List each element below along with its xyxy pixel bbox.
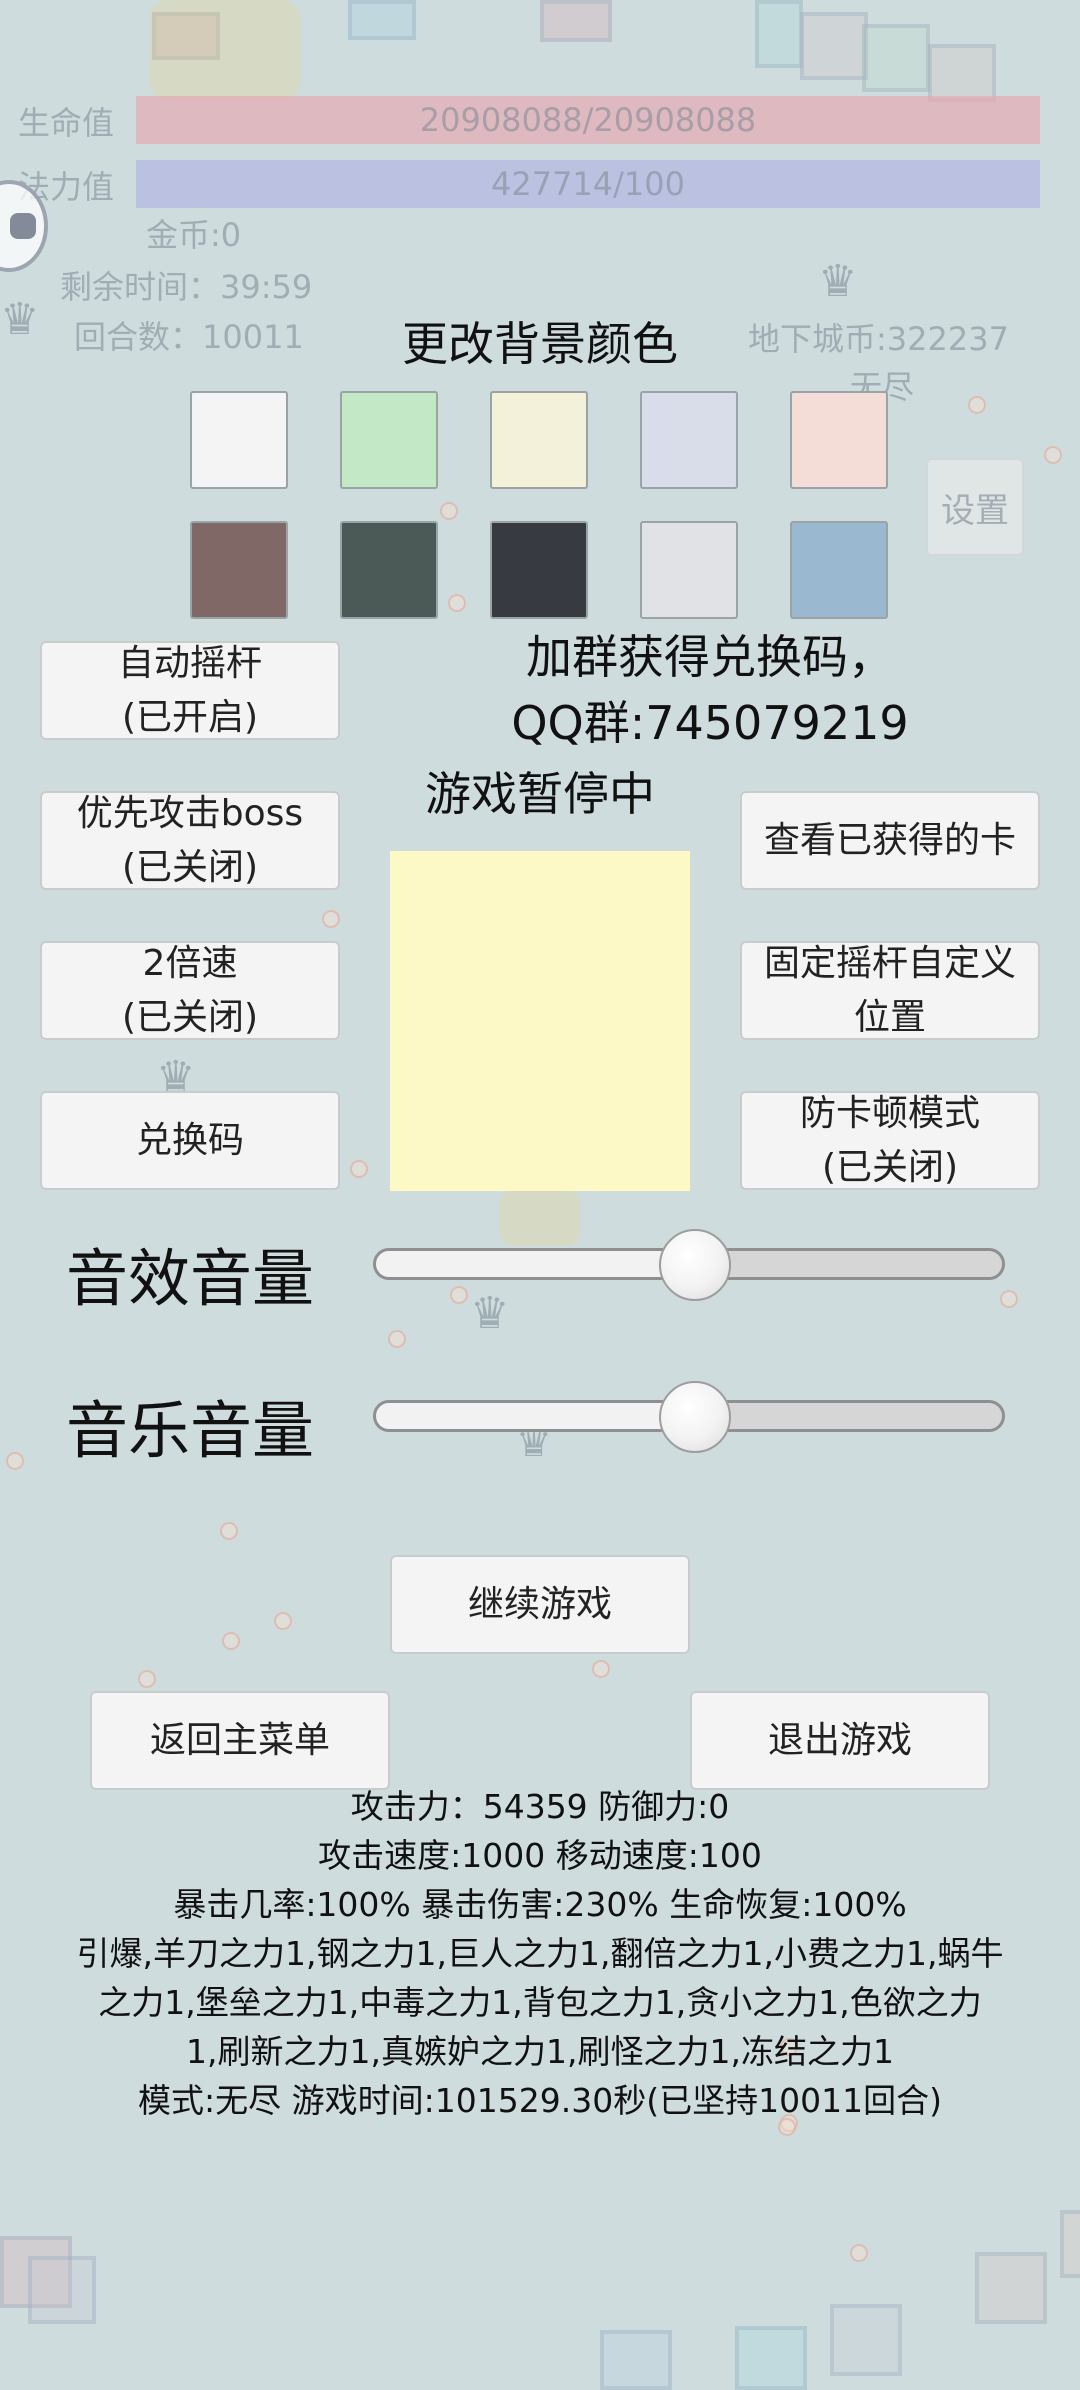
stats-speed: 攻击速度:1000 移动速度:100 <box>318 1836 762 1875</box>
color-swatch[interactable] <box>640 391 738 489</box>
stats-powers-2: 之力1,堡垒之力1,中毒之力1,背包之力1,贪小之力1,色欲之力 <box>98 1983 982 2022</box>
quit-button[interactable]: 退出游戏 <box>690 1691 990 1790</box>
quit-label: 退出游戏 <box>767 1719 912 1761</box>
background-bullet <box>450 1286 468 1304</box>
main-menu-button[interactable]: 返回主菜单 <box>90 1691 390 1790</box>
promo-text: 加群获得兑换码， QQ群:745079219 <box>470 624 950 756</box>
music-volume-label: 音乐音量 <box>66 1394 315 1467</box>
background-bullet <box>350 1160 368 1178</box>
double-speed-label: 2倍速 <box>142 942 238 984</box>
joystick-position-button[interactable]: 固定摇杆自定义 位置 <box>740 941 1040 1040</box>
continue-button[interactable]: 继续游戏 <box>390 1555 690 1654</box>
boss-priority-button[interactable]: 优先攻击boss (已关闭) <box>40 791 340 890</box>
anti-lag-label: 防卡顿模式 <box>799 1092 980 1134</box>
crown-icon: ♛ <box>818 256 858 307</box>
auto-joystick-label: 自动摇杆 <box>117 642 262 684</box>
gold-counter: 金币:0 <box>146 216 242 254</box>
main-menu-label: 返回主菜单 <box>149 1719 330 1761</box>
background-tile <box>928 44 996 102</box>
background-tile <box>540 0 612 42</box>
background-bullet <box>322 910 340 928</box>
background-bullet <box>1044 446 1062 464</box>
card-preview <box>390 851 690 1191</box>
background-bullet <box>448 594 466 612</box>
hp-bar: 20908088/20908088 <box>136 96 1040 144</box>
view-cards-label: 查看已获得的卡 <box>763 819 1016 861</box>
background-bullet <box>592 1660 610 1678</box>
color-swatch[interactable] <box>490 391 588 489</box>
background-tile <box>1060 2210 1080 2278</box>
background-tile <box>862 24 930 92</box>
background-tile <box>830 2304 902 2376</box>
enemy-sprite <box>500 1190 580 1246</box>
color-swatch[interactable] <box>790 521 888 619</box>
player-sprite <box>150 0 300 100</box>
mp-value: 427714/100 <box>490 165 685 203</box>
paused-text: 游戏暂停中 <box>425 767 655 821</box>
anti-lag-button[interactable]: 防卡顿模式 (已关闭) <box>740 1091 1040 1190</box>
boss-priority-status: (已关闭) <box>121 846 259 888</box>
color-swatch[interactable] <box>190 521 288 619</box>
hp-value: 20908088/20908088 <box>419 101 757 139</box>
background-bullet <box>220 1522 238 1540</box>
color-swatch[interactable] <box>190 391 288 489</box>
stats-crit: 暴击几率:100% 暴击伤害:230% 生命恢复:100% <box>173 1885 907 1924</box>
sound-volume-label: 音效音量 <box>66 1242 315 1315</box>
background-bullet <box>388 1330 406 1348</box>
settings-label: 设置 <box>941 490 1009 531</box>
stats-mode-time: 模式:无尽 游戏时间:101529.30秒(已坚持10011回合) <box>138 2081 942 2120</box>
color-swatch[interactable] <box>640 521 738 619</box>
background-tile <box>735 2326 807 2390</box>
auto-joystick-button[interactable]: 自动摇杆 (已开启) <box>40 641 340 740</box>
settings-button[interactable]: 设置 <box>926 458 1024 556</box>
stats-panel: 攻击力：54359 防御力:0 攻击速度:1000 移动速度:100 暴击几率:… <box>0 1782 1080 2125</box>
stats-powers-3: 1,刷新之力1,真嫉妒之力1,刷怪之力1,冻结之力1 <box>186 2032 894 2071</box>
background-tile <box>28 2256 96 2324</box>
background-bullet <box>138 1670 156 1688</box>
double-speed-button[interactable]: 2倍速 (已关闭) <box>40 941 340 1040</box>
background-bullet <box>6 1452 24 1470</box>
promo-line-1: 加群获得兑换码， <box>526 630 894 684</box>
stats-powers-1: 引爆,羊刀之力1,钢之力1,巨人之力1,翻倍之力1,小费之力1,蜗牛 <box>76 1934 1004 1973</box>
background-bullet <box>222 1632 240 1650</box>
color-swatch[interactable] <box>340 521 438 619</box>
redeem-code-button[interactable]: 兑换码 <box>40 1091 340 1190</box>
music-volume-knob[interactable] <box>659 1381 731 1453</box>
pause-icon <box>10 213 36 239</box>
joystick-position-label-2: 位置 <box>853 996 926 1038</box>
boss-priority-label: 优先攻击boss <box>76 792 304 834</box>
view-cards-button[interactable]: 查看已获得的卡 <box>740 791 1040 890</box>
background-bullet <box>850 2244 868 2262</box>
background-tile <box>348 0 416 40</box>
background-tile <box>755 0 803 68</box>
auto-joystick-status: (已开启) <box>121 696 259 738</box>
color-swatch[interactable] <box>490 521 588 619</box>
sound-volume-knob[interactable] <box>659 1229 731 1301</box>
background-bullet <box>274 1612 292 1630</box>
background-tile <box>975 2252 1047 2324</box>
joystick-position-label: 固定摇杆自定义 <box>763 942 1016 984</box>
mp-bar: 427714/100 <box>136 160 1040 208</box>
background-bullet <box>440 502 458 520</box>
background-bullet <box>1000 1290 1018 1308</box>
redeem-code-label: 兑换码 <box>135 1119 244 1161</box>
promo-qq-group: QQ群:745079219 <box>511 696 909 750</box>
background-tile <box>800 12 868 80</box>
bg-color-title: 更改背景颜色 <box>402 317 678 371</box>
color-swatch[interactable] <box>340 391 438 489</box>
stats-attack-defense: 攻击力：54359 防御力:0 <box>350 1787 730 1826</box>
double-speed-status: (已关闭) <box>121 996 259 1038</box>
anti-lag-status: (已关闭) <box>821 1146 959 1188</box>
continue-label: 继续游戏 <box>467 1583 612 1625</box>
color-swatch[interactable] <box>790 391 888 489</box>
crown-icon: ♛ <box>470 1288 510 1339</box>
background-bullet <box>968 396 986 414</box>
background-tile <box>600 2330 672 2390</box>
hp-label: 生命值 <box>18 104 115 142</box>
time-left: 剩余时间：39:59 <box>60 268 313 306</box>
